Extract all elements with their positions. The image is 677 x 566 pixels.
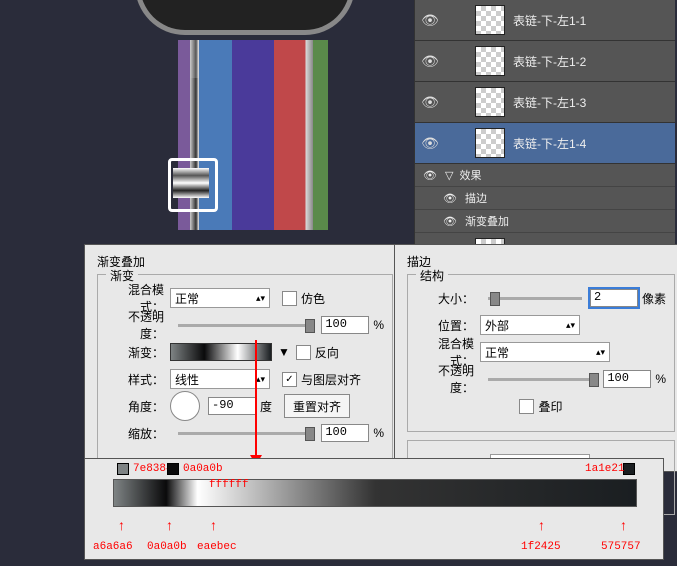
align-checkbox[interactable]: ✓ <box>282 372 297 387</box>
scale-input[interactable]: 100 <box>321 424 369 442</box>
overprint-label: 叠印 <box>538 398 562 415</box>
opacity-input[interactable]: 100 <box>603 370 651 388</box>
style-label: 样式： <box>106 371 164 388</box>
opacity-label: 不透明度： <box>106 308 164 342</box>
visibility-toggle[interactable]: 👁 <box>415 53 445 70</box>
visibility-toggle[interactable]: 👁 <box>415 12 445 29</box>
opacity-slider[interactable] <box>488 378 595 381</box>
reverse-label: 反向 <box>315 344 339 361</box>
layer-row[interactable]: 👁表链-下-左1-5 <box>415 233 675 244</box>
opacity-slider[interactable] <box>178 324 313 327</box>
layer-effect-stroke[interactable]: 👁描边 <box>415 187 675 210</box>
gradient-stop-top[interactable] <box>117 463 131 477</box>
visibility-toggle[interactable]: 👁 <box>415 135 445 152</box>
position-label: 位置： <box>416 317 474 334</box>
position-select[interactable]: 外部▴▾ <box>480 315 580 335</box>
stroke-panel: 描边 结构 大小： 2 像素 位置： 外部▴▾ 混合模式： 正常▴▾ 不透明度：… <box>394 244 677 472</box>
opacity-input[interactable]: 100 <box>321 316 369 334</box>
layer-row[interactable]: 👁表链-下-左1-2 <box>415 41 675 82</box>
align-label: 与图层对齐 <box>301 371 361 388</box>
blend-mode-select[interactable]: 正常▴▾ <box>170 288 270 308</box>
dither-checkbox[interactable] <box>282 291 297 306</box>
layers-panel: 👁表链-下-左1-1 👁表链-下-左1-2 👁表链-下-左1-3 👁表链-下-左… <box>414 0 675 244</box>
size-slider[interactable] <box>488 297 582 300</box>
angle-label: 角度： <box>106 398 164 415</box>
section-label: 结构 <box>416 267 448 284</box>
angle-input[interactable]: -90 <box>208 397 256 415</box>
layer-row[interactable]: 👁表链-下-左1-1 <box>415 0 675 41</box>
size-label: 大小： <box>416 290 474 307</box>
layer-row[interactable]: 👁表链-下-左1-3 <box>415 82 675 123</box>
layer-effects-header[interactable]: 👁▽效果 <box>415 164 675 187</box>
gradient-label: 渐变： <box>106 344 164 361</box>
layer-row-selected[interactable]: 👁表链-下-左1-4 <box>415 123 675 164</box>
scale-slider[interactable] <box>178 432 313 435</box>
scale-label: 缩放： <box>106 425 164 442</box>
selected-segment-highlight <box>168 158 218 212</box>
opacity-label: 不透明度： <box>416 362 474 396</box>
gradient-stop-top[interactable] <box>623 463 637 477</box>
dither-label: 仿色 <box>301 290 325 307</box>
size-input[interactable]: 2 <box>590 289 638 307</box>
layer-effect-gradient[interactable]: 👁渐变叠加 <box>415 210 675 233</box>
reset-align-button[interactable]: 重置对齐 <box>284 394 350 418</box>
annotation-arrow <box>255 340 257 470</box>
overprint-checkbox[interactable] <box>519 399 534 414</box>
angle-dial[interactable] <box>170 391 200 421</box>
visibility-toggle[interactable]: 👁 <box>415 94 445 111</box>
reverse-checkbox[interactable] <box>296 345 311 360</box>
section-label: 渐变 <box>106 267 138 284</box>
watch-preview <box>0 0 400 245</box>
panel-title: 渐变叠加 <box>97 253 393 270</box>
blend-mode-select[interactable]: 正常▴▾ <box>480 342 610 362</box>
gradient-editor: 7e8384 0a0a0b ffffff 1a1e21 ↑ a6a6a6 ↑ 0… <box>84 458 664 560</box>
gradient-overlay-panel: 渐变叠加 渐变 混合模式： 正常▴▾ 仿色 不透明度： 100 % 渐变： ▼ … <box>84 244 406 472</box>
gradient-stop-top[interactable] <box>167 463 181 477</box>
gradient-strip[interactable] <box>113 479 637 507</box>
